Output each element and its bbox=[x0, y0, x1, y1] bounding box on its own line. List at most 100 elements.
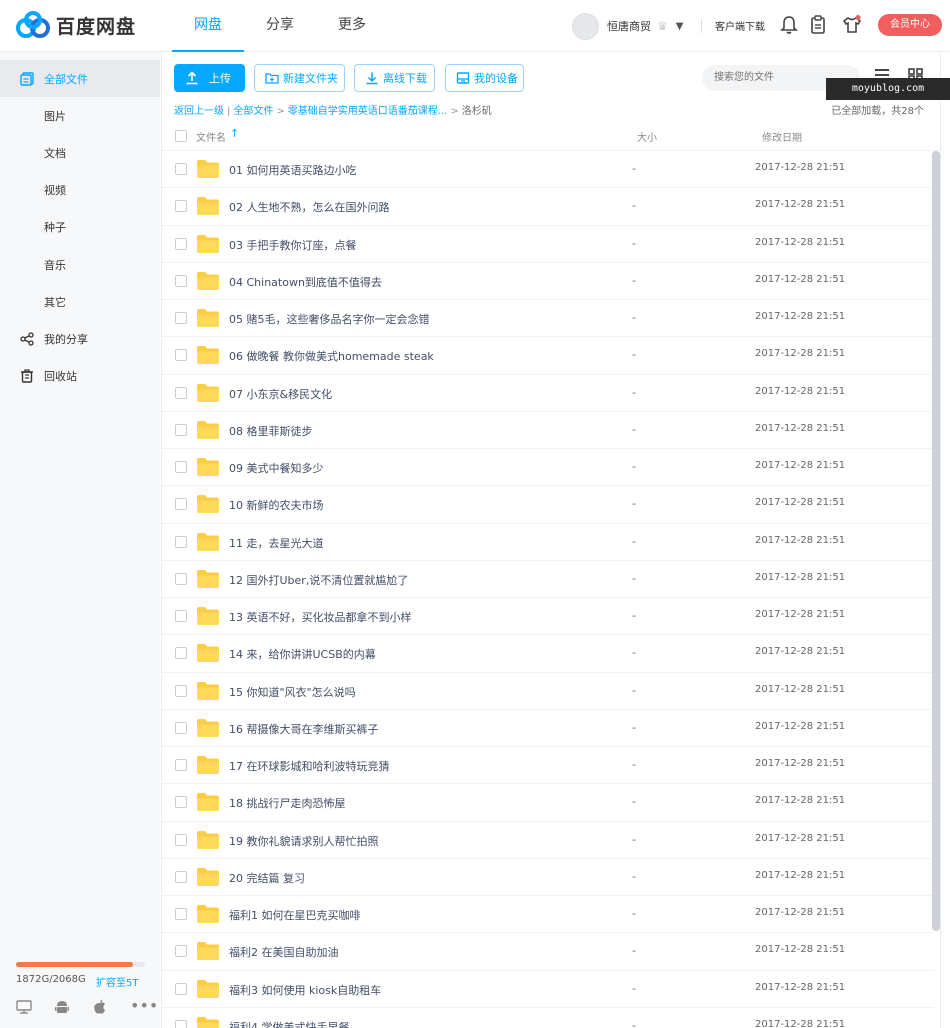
file-name[interactable]: 06 做晚餐 教你做美式homemade steak bbox=[229, 348, 434, 364]
username[interactable]: 恒唐商贸 bbox=[607, 18, 651, 34]
table-row[interactable]: 08 格里菲斯徒步 - 2017-12-28 21:51 bbox=[162, 412, 934, 449]
file-name[interactable]: 20 完结篇 复习 bbox=[229, 870, 305, 886]
clipboard-icon[interactable] bbox=[809, 15, 827, 35]
file-name[interactable]: 13 英语不好，买化妆品都拿不到小样 bbox=[229, 609, 412, 625]
file-name[interactable]: 福利1 如何在星巴克买咖啡 bbox=[229, 907, 361, 923]
file-name[interactable]: 09 美式中餐知多少 bbox=[229, 460, 324, 476]
table-row[interactable]: 16 帮摄像大哥在李维斯买裤子 - 2017-12-28 21:51 bbox=[162, 710, 934, 747]
row-checkbox[interactable] bbox=[175, 163, 187, 175]
table-row[interactable]: 11 走，去星光大道 - 2017-12-28 21:51 bbox=[162, 524, 934, 561]
scrollbar[interactable] bbox=[932, 151, 940, 931]
file-name[interactable]: 05 赌5毛，这些奢侈品名字你一定会念错 bbox=[229, 311, 430, 327]
table-row[interactable]: 09 美式中餐知多少 - 2017-12-28 21:51 bbox=[162, 449, 934, 487]
table-row[interactable]: 01 如何用英语买路边小吃 - 2017-12-28 21:51 bbox=[162, 151, 934, 189]
avatar[interactable] bbox=[572, 12, 599, 40]
file-name[interactable]: 10 新鲜的农夫市场 bbox=[229, 497, 324, 513]
sidebar-item-documents[interactable]: 文档 bbox=[0, 134, 160, 171]
table-row[interactable]: 05 赌5毛，这些奢侈品名字你一定会念错 - 2017-12-28 21:51 bbox=[162, 300, 934, 338]
sidebar-item-all-files[interactable]: 全部文件 bbox=[0, 60, 160, 97]
breadcrumb-all-files[interactable]: 全部文件 bbox=[233, 106, 273, 117]
row-checkbox[interactable] bbox=[175, 572, 187, 585]
nav-share[interactable]: 分享 bbox=[244, 0, 316, 52]
nav-more[interactable]: 更多 bbox=[316, 0, 388, 52]
column-header-name[interactable]: 文件名 bbox=[196, 129, 226, 144]
file-name[interactable]: 16 帮摄像大哥在李维斯买裤子 bbox=[229, 721, 379, 737]
table-row[interactable]: 18 挑战行尸走肉恐怖屋 - 2017-12-28 21:51 bbox=[162, 784, 934, 822]
file-name[interactable]: 02 人生地不熟，怎么在国外问路 bbox=[229, 199, 390, 215]
row-checkbox[interactable] bbox=[175, 1019, 187, 1028]
row-checkbox[interactable] bbox=[175, 535, 187, 548]
table-row[interactable]: 福利3 如何使用 kiosk自助租车 - 2017-12-28 21:51 bbox=[162, 971, 934, 1008]
row-checkbox[interactable] bbox=[175, 349, 187, 362]
offline-download-button[interactable]: 离线下载 bbox=[354, 64, 435, 92]
row-checkbox[interactable] bbox=[175, 945, 187, 958]
new-folder-button[interactable]: 新建文件夹 bbox=[254, 64, 345, 92]
apple-icon[interactable] bbox=[92, 999, 108, 1015]
table-row[interactable]: 03 手把手教你订座，点餐 - 2017-12-28 21:51 bbox=[162, 226, 934, 263]
row-checkbox[interactable] bbox=[175, 461, 187, 473]
row-checkbox[interactable] bbox=[175, 386, 187, 399]
upload-button[interactable]: 上传 bbox=[174, 64, 245, 92]
file-name[interactable]: 福利4 学做美式快手早餐 bbox=[229, 1019, 350, 1028]
bell-icon[interactable] bbox=[780, 15, 798, 35]
breadcrumb-back[interactable]: 返回上一级 bbox=[174, 106, 224, 117]
sidebar-item-recycle-bin[interactable]: 回收站 bbox=[0, 357, 160, 394]
expand-storage-link[interactable]: 扩容至5T bbox=[96, 974, 138, 989]
row-checkbox[interactable] bbox=[175, 684, 187, 697]
table-row[interactable]: 10 新鲜的农夫市场 - 2017-12-28 21:51 bbox=[162, 486, 934, 524]
file-name[interactable]: 04 Chinatown到底值不值得去 bbox=[229, 274, 382, 290]
row-checkbox[interactable] bbox=[175, 610, 187, 622]
sidebar-item-other[interactable]: 其它 bbox=[0, 283, 160, 320]
nav-netdisk[interactable]: 网盘 bbox=[172, 0, 244, 52]
table-row[interactable]: 04 Chinatown到底值不值得去 - 2017-12-28 21:51 bbox=[162, 263, 934, 300]
table-row[interactable]: 12 国外打Uber,说不清位置就尴尬了 - 2017-12-28 21:51 bbox=[162, 561, 934, 598]
row-checkbox[interactable] bbox=[175, 982, 187, 995]
row-checkbox[interactable] bbox=[175, 423, 187, 436]
file-name[interactable]: 08 格里菲斯徒步 bbox=[229, 423, 313, 439]
desktop-icon[interactable] bbox=[16, 999, 32, 1015]
row-checkbox[interactable] bbox=[175, 833, 187, 846]
file-name[interactable]: 福利2 在美国自助加油 bbox=[229, 944, 339, 960]
sidebar-item-images[interactable]: 图片 bbox=[0, 97, 160, 134]
chevron-down-icon[interactable]: ▼ bbox=[676, 21, 684, 32]
sidebar-item-music[interactable]: 音乐 bbox=[0, 246, 160, 283]
android-icon[interactable] bbox=[54, 999, 70, 1015]
table-row[interactable]: 19 教你礼貌请求别人帮忙拍照 - 2017-12-28 21:51 bbox=[162, 822, 934, 859]
sidebar-item-torrents[interactable]: 种子 bbox=[0, 208, 160, 245]
sort-arrow-up-icon[interactable]: ↑ bbox=[230, 127, 239, 140]
select-all-checkbox[interactable] bbox=[175, 130, 187, 142]
row-checkbox[interactable] bbox=[175, 312, 187, 324]
row-checkbox[interactable] bbox=[175, 759, 187, 771]
file-name[interactable]: 14 来，给你讲讲UCSB的内幕 bbox=[229, 646, 376, 662]
table-row[interactable]: 14 来，给你讲讲UCSB的内幕 - 2017-12-28 21:51 bbox=[162, 635, 934, 673]
table-row[interactable]: 06 做晚餐 教你做美式homemade steak - 2017-12-28 21… bbox=[162, 337, 934, 375]
tshirt-icon[interactable] bbox=[842, 15, 862, 35]
table-row[interactable]: 福利1 如何在星巴克买咖啡 - 2017-12-28 21:51 bbox=[162, 896, 934, 934]
vip-center-button[interactable]: 会员中心 bbox=[878, 14, 942, 36]
row-checkbox[interactable] bbox=[175, 908, 187, 920]
file-name[interactable]: 07 小东京&移民文化 bbox=[229, 386, 332, 402]
more-icon[interactable]: ••• bbox=[130, 998, 158, 1015]
file-name[interactable]: 19 教你礼貌请求别人帮忙拍照 bbox=[229, 833, 379, 849]
row-checkbox[interactable] bbox=[175, 870, 187, 883]
row-checkbox[interactable] bbox=[175, 721, 187, 734]
logo[interactable]: 百度网盘 bbox=[16, 11, 136, 39]
table-row[interactable]: 17 在环球影城和哈利波特玩竞猜 - 2017-12-28 21:51 bbox=[162, 747, 934, 785]
sidebar-item-videos[interactable]: 视频 bbox=[0, 171, 160, 208]
table-row[interactable]: 20 完结篇 复习 - 2017-12-28 21:51 bbox=[162, 859, 934, 896]
file-name[interactable]: 03 手把手教你订座，点餐 bbox=[229, 237, 357, 253]
breadcrumb-parent[interactable]: 零基础自学实用英语口语番茄课程... bbox=[288, 106, 448, 117]
file-name[interactable]: 11 走，去星光大道 bbox=[229, 535, 324, 551]
row-checkbox[interactable] bbox=[175, 237, 187, 250]
file-name[interactable]: 18 挑战行尸走肉恐怖屋 bbox=[229, 795, 346, 811]
user-menu[interactable]: 恒唐商贸 ♛ ▼ bbox=[572, 12, 683, 40]
table-row[interactable]: 07 小东京&移民文化 - 2017-12-28 21:51 bbox=[162, 375, 934, 412]
column-header-size[interactable]: 大小 bbox=[637, 129, 657, 144]
table-row[interactable]: 福利4 学做美式快手早餐 - 2017-12-28 21:51 bbox=[162, 1008, 934, 1028]
row-checkbox[interactable] bbox=[175, 200, 187, 213]
row-checkbox[interactable] bbox=[175, 647, 187, 660]
column-header-date[interactable]: 修改日期 bbox=[762, 129, 802, 144]
file-name[interactable]: 17 在环球影城和哈利波特玩竞猜 bbox=[229, 758, 390, 774]
row-checkbox[interactable] bbox=[175, 274, 187, 287]
row-checkbox[interactable] bbox=[175, 498, 187, 511]
